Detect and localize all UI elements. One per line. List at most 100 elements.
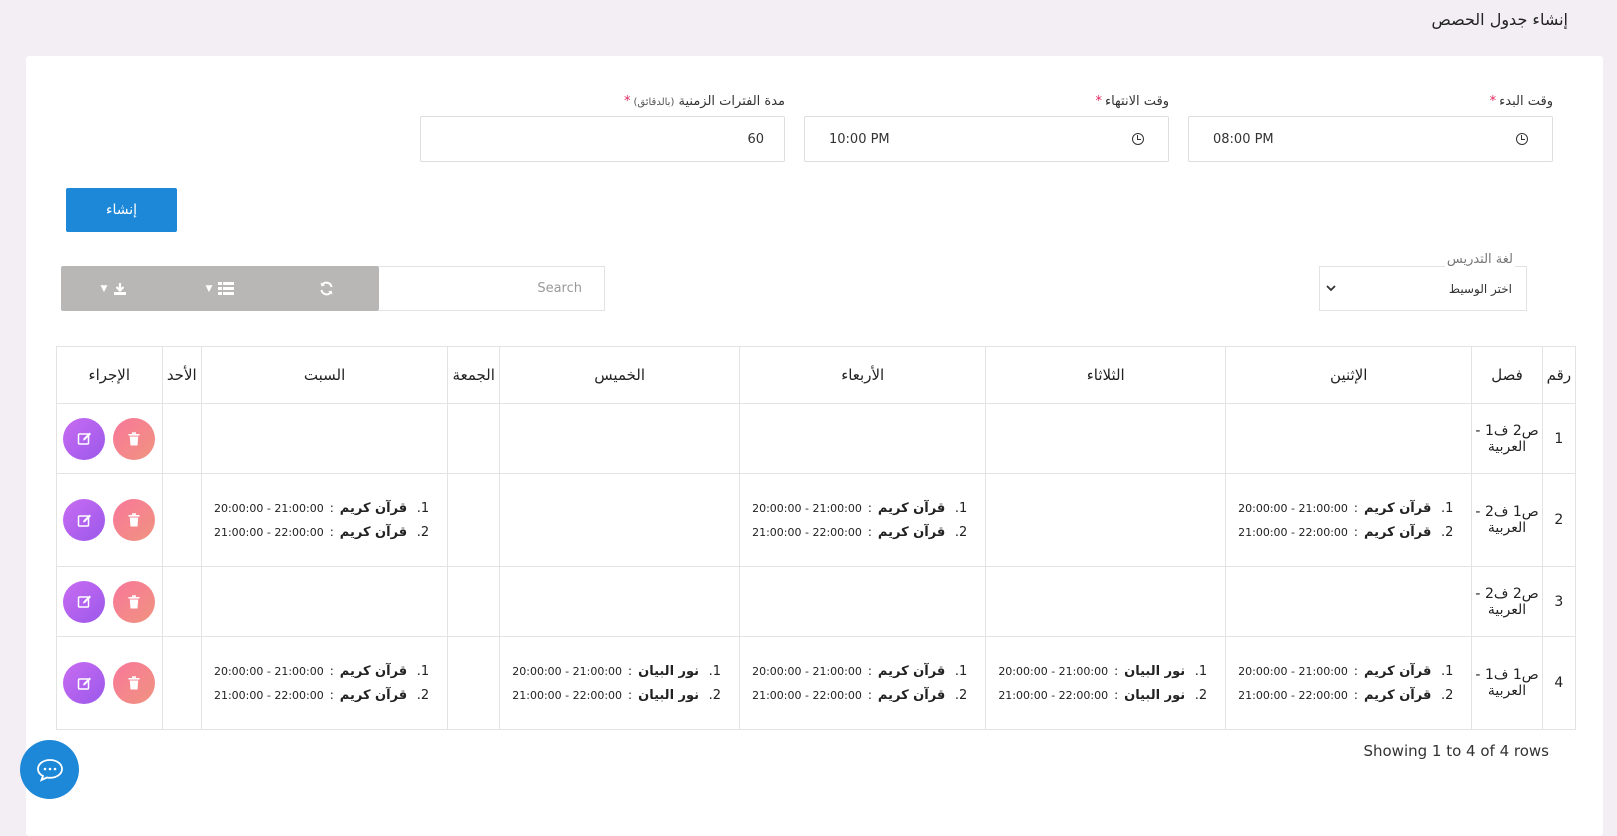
chat-button[interactable] xyxy=(20,740,79,799)
slot-separator: : xyxy=(329,688,334,702)
col-header-class[interactable]: فصل xyxy=(1471,346,1543,404)
row-actions xyxy=(56,636,163,730)
schedule-slot: 1. قرآن كريم:20:00:00 - 21:00:00 xyxy=(1238,496,1453,520)
col-header-friday[interactable]: الجمعة xyxy=(447,346,501,404)
clock-icon[interactable] xyxy=(1516,133,1528,145)
slot-separator: : xyxy=(1353,501,1358,515)
schedule-cell xyxy=(985,566,1227,637)
slot-subject: قرآن كريم xyxy=(877,524,946,540)
table-toolbar: ▼ ▼ xyxy=(61,266,379,311)
slot-index: 2. xyxy=(954,687,968,703)
end-time-label: وقت الانتهاء* xyxy=(1095,94,1169,109)
delete-button[interactable] xyxy=(113,580,156,623)
slot-index: 2. xyxy=(1194,687,1208,703)
table-row: 2 ص1 ف2 - العربية 1. قرآن كريم:20:00:00 - 2… xyxy=(56,473,1577,567)
schedule-cell xyxy=(447,473,501,567)
slot-subject: قرآن كريم xyxy=(1363,687,1432,703)
schedule-slot: 2. قرآن كريم:21:00:00 - 22:00:00 xyxy=(214,683,429,707)
slot-subject: قرآن كريم xyxy=(339,687,408,703)
slot-index: 2. xyxy=(708,687,722,703)
language-label: لغة التدريس xyxy=(1444,252,1515,267)
schedule-slot: 2. قرآن كريم:21:00:00 - 22:00:00 xyxy=(1238,683,1453,707)
delete-button[interactable] xyxy=(113,499,156,541)
col-header-thursday[interactable]: الخميس xyxy=(499,346,741,404)
schedule-cell: 1. قرآن كريم:20:00:00 - 21:00:00 2. قرآن كر… xyxy=(739,473,987,567)
row-number: 2 xyxy=(1541,473,1577,567)
slot-subject: قرآن كريم xyxy=(339,524,408,540)
slot-separator: : xyxy=(867,525,872,539)
schedule-cell xyxy=(200,403,449,474)
slot-index: 1. xyxy=(1194,663,1208,679)
slot-separator: : xyxy=(1114,664,1119,678)
schedule-slot: 1. قرآن كريم:20:00:00 - 21:00:00 xyxy=(1238,659,1453,683)
schedule-cell: 1. قرآن كريم:20:00:00 - 21:00:00 2. قرآن كر… xyxy=(1225,473,1473,567)
trash-icon xyxy=(128,431,140,445)
edit-button[interactable] xyxy=(63,417,106,460)
page-title: إنشاء جدول الحصص xyxy=(1431,10,1568,29)
chevron-down-icon xyxy=(1326,285,1336,292)
row-actions xyxy=(56,403,163,474)
end-time-field: وقت الانتهاء* 10:00 PM xyxy=(804,94,1169,162)
schedule-slot: 1. قرآن كريم:20:00:00 - 21:00:00 xyxy=(752,496,967,520)
schedule-cell xyxy=(447,636,501,730)
columns-button[interactable]: ▼ xyxy=(167,266,273,311)
refresh-button[interactable] xyxy=(273,266,379,311)
action-group xyxy=(58,662,161,704)
schedule-slot: 1. قرآن كريم:20:00:00 - 21:00:00 xyxy=(214,496,429,520)
schedule-cell xyxy=(739,403,987,474)
col-header-wednesday[interactable]: الأربعاء xyxy=(739,346,987,404)
end-time-input[interactable]: 10:00 PM xyxy=(804,116,1169,162)
schedule-slot: 2. قرآن كريم:21:00:00 - 22:00:00 xyxy=(752,683,967,707)
search-input[interactable] xyxy=(379,266,605,311)
schedule-cell: 1. قرآن كريم:20:00:00 - 21:00:00 2. قرآن كر… xyxy=(739,636,987,730)
schedule-cell xyxy=(200,566,449,637)
slot-separator: : xyxy=(867,501,872,515)
start-time-input[interactable]: 08:00 PM xyxy=(1188,116,1553,162)
col-header-saturday[interactable]: السبت xyxy=(200,346,449,404)
col-header-actions: الإجراء xyxy=(56,346,163,404)
row-actions xyxy=(56,566,163,637)
export-button[interactable]: ▼ xyxy=(61,266,167,311)
slot-time: 21:00:00 - 22:00:00 xyxy=(752,525,862,539)
list-icon xyxy=(218,282,235,295)
edit-icon xyxy=(77,514,91,527)
col-header-tuesday[interactable]: الثلاثاء xyxy=(985,346,1227,404)
slot-time: 20:00:00 - 21:00:00 xyxy=(213,664,324,678)
language-select[interactable]: اختر الوسيط xyxy=(1319,266,1527,311)
create-button[interactable]: إنشاء xyxy=(66,188,177,232)
schedule-card: وقت البدء* 08:00 PM وقت الانتهاء* 10:00 … xyxy=(26,56,1603,836)
slot-index: 2. xyxy=(416,687,430,703)
col-header-sunday[interactable]: الأحد xyxy=(161,346,202,404)
slot-subject: قرآن كريم xyxy=(1363,663,1432,679)
delete-button[interactable] xyxy=(113,417,156,460)
clock-icon[interactable] xyxy=(1132,133,1144,145)
slot-time: 21:00:00 - 22:00:00 xyxy=(998,688,1109,702)
slot-subject: قرآن كريم xyxy=(877,500,946,516)
schedule-cell xyxy=(447,403,501,474)
slot-subject: نور البيان xyxy=(1124,687,1186,703)
col-header-number[interactable]: رقم xyxy=(1541,346,1577,404)
edit-button[interactable] xyxy=(63,499,106,541)
duration-input[interactable]: 60 xyxy=(420,116,785,162)
start-time-field: وقت البدء* 08:00 PM xyxy=(1188,94,1553,162)
delete-button[interactable] xyxy=(113,662,156,704)
edit-button[interactable] xyxy=(63,580,106,623)
slot-time: 21:00:00 - 22:00:00 xyxy=(1238,688,1348,702)
row-class: ص2 ف1 - العربية xyxy=(1471,403,1543,474)
slot-time: 20:00:00 - 21:00:00 xyxy=(752,501,862,515)
slot-subject: قرآن كريم xyxy=(877,663,946,679)
edit-button[interactable] xyxy=(63,662,106,704)
row-class: ص2 ف2 - العربية xyxy=(1471,566,1543,637)
schedule-cell: 1. قرآن كريم:20:00:00 - 21:00:00 2. قرآن كر… xyxy=(1225,636,1473,730)
trash-icon xyxy=(128,513,140,527)
slot-time: 20:00:00 - 21:00:00 xyxy=(1238,501,1348,515)
schedule-cell xyxy=(161,473,202,567)
schedule-slot: 2. نور البيان:21:00:00 - 22:00:00 xyxy=(512,683,721,707)
schedule-cell xyxy=(739,566,987,637)
col-header-monday[interactable]: الإثنين xyxy=(1225,346,1473,404)
language-filter: لغة التدريس اختر الوسيط xyxy=(1319,252,1527,311)
schedule-slot: 1. قرآن كريم:20:00:00 - 21:00:00 xyxy=(214,659,429,683)
slot-index: 2. xyxy=(1440,687,1454,703)
schedule-slot: 2. قرآن كريم:21:00:00 - 22:00:00 xyxy=(214,520,429,544)
slot-separator: : xyxy=(329,501,334,515)
